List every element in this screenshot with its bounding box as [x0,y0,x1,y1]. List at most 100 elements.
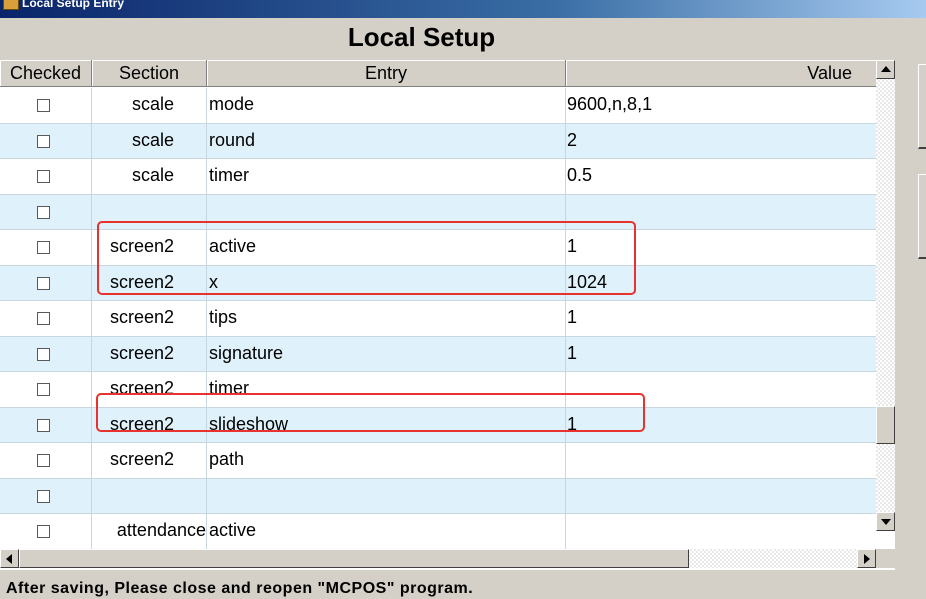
scroll-left-button[interactable] [0,549,19,568]
table-row[interactable]: screen2 tips 1 [0,301,876,337]
table-row[interactable]: scale mode 9600,n,8,1 [0,88,876,124]
section-cell[interactable]: scale [92,159,207,194]
value-text: 1 [567,236,578,256]
entry-cell[interactable]: tips [207,301,566,336]
table-row[interactable]: screen2 timer [0,372,876,408]
value-text: 9600,n,8,1 [567,94,653,114]
entry-cell[interactable]: round [207,123,566,158]
value-cell[interactable]: 1 [566,230,876,265]
page-title: Local Setup [347,22,496,52]
entry-cell[interactable]: timer [207,159,566,194]
column-header-entry[interactable]: Entry [207,60,566,87]
app-icon [3,0,19,10]
value-cell[interactable] [566,372,876,407]
entry-cell[interactable]: timer [207,372,566,407]
row-checkbox[interactable] [37,383,50,396]
value-cell[interactable]: 0.5 [566,159,876,194]
entry-cell[interactable]: active [207,230,566,265]
scroll-up-button[interactable] [876,60,895,79]
entry-value: tips [209,307,238,327]
row-checkbox[interactable] [37,170,50,183]
table-row[interactable]: screen2 slideshow 1 [0,407,876,443]
value-cell[interactable] [566,443,876,478]
section-cell[interactable]: screen2 [92,336,207,371]
entry-cell[interactable] [207,478,566,513]
checked-cell [0,443,92,478]
table-row[interactable]: screen2 signature 1 [0,336,876,372]
checked-cell [0,265,92,300]
value-cell[interactable] [566,195,876,230]
entry-cell[interactable] [207,194,566,229]
section-cell[interactable]: attendance [92,514,207,549]
checked-cell [0,123,92,158]
entry-cell[interactable]: active [207,514,566,549]
row-checkbox[interactable] [37,347,50,361]
side-button-1[interactable] [918,64,926,149]
table-row[interactable]: scale round 2 [0,123,876,159]
horizontal-scroll-thumb[interactable] [19,549,689,568]
grid-header: Checked Section Entry Value [0,60,877,88]
checked-cell [0,514,92,549]
vertical-scrollbar[interactable] [876,60,895,531]
value-cell[interactable]: 1 [566,301,876,336]
table-row[interactable]: scale timer 0.5 [0,159,876,195]
value-cell[interactable]: 1024 [566,266,876,301]
section-value: scale [131,165,174,185]
table-row[interactable]: screen2 path [0,443,876,479]
section-cell[interactable]: screen2 [92,301,207,336]
row-checkbox[interactable] [37,525,50,538]
value-cell[interactable]: 1 [566,408,876,443]
row-checkbox[interactable] [37,418,50,432]
value-cell[interactable]: 9600,n,8,1 [566,88,876,123]
value-text: 1 [567,307,578,327]
checked-cell [0,478,92,513]
section-cell[interactable]: screen2 [92,372,207,407]
section-value: screen2 [109,413,174,434]
scroll-down-button[interactable] [876,512,895,531]
value-cell[interactable] [566,479,876,514]
section-cell[interactable] [92,194,207,229]
row-checkbox[interactable] [37,134,50,148]
section-cell[interactable]: scale [92,123,207,158]
entry-cell[interactable]: x [207,265,566,300]
section-cell[interactable]: screen2 [92,230,207,265]
table-row[interactable] [0,194,876,230]
row-checkbox[interactable] [37,312,50,325]
value-cell[interactable]: 2 [566,124,876,159]
section-cell[interactable]: screen2 [92,265,207,300]
value-cell[interactable] [566,514,876,549]
value-text: 1 [567,413,578,434]
scroll-right-button[interactable] [857,549,876,568]
section-value: scale [131,94,174,114]
entry-cell[interactable]: slideshow [207,407,566,442]
value-cell[interactable]: 1 [566,337,876,372]
entry-cell[interactable]: path [207,443,566,478]
section-cell[interactable]: screen2 [92,443,207,478]
table-row[interactable]: attendance active [0,514,876,550]
row-checkbox[interactable] [37,489,50,503]
column-header-section[interactable]: Section [92,60,207,87]
section-value [174,201,206,221]
row-checkbox[interactable] [37,205,50,219]
checked-cell [0,372,92,407]
entry-cell[interactable]: mode [207,88,566,123]
checked-cell [0,301,92,336]
entry-cell[interactable]: signature [207,336,566,371]
row-checkbox[interactable] [37,99,50,112]
scrollbar-corner [876,549,895,568]
section-cell[interactable]: scale [92,88,207,123]
section-cell[interactable] [92,478,207,513]
section-cell[interactable]: screen2 [92,407,207,442]
entry-value: active [209,236,257,256]
column-header-checked[interactable]: Checked [0,60,92,87]
column-header-value[interactable]: Value [566,60,877,87]
horizontal-scrollbar[interactable] [0,549,876,568]
row-checkbox[interactable] [37,454,50,467]
table-row[interactable]: screen2 x 1024 [0,265,876,301]
row-checkbox[interactable] [37,241,50,254]
table-row[interactable] [0,478,876,514]
side-button-2[interactable] [918,174,926,259]
vertical-scroll-thumb[interactable] [876,406,895,444]
row-checkbox[interactable] [37,276,50,290]
table-row[interactable]: screen2 active 1 [0,230,876,266]
